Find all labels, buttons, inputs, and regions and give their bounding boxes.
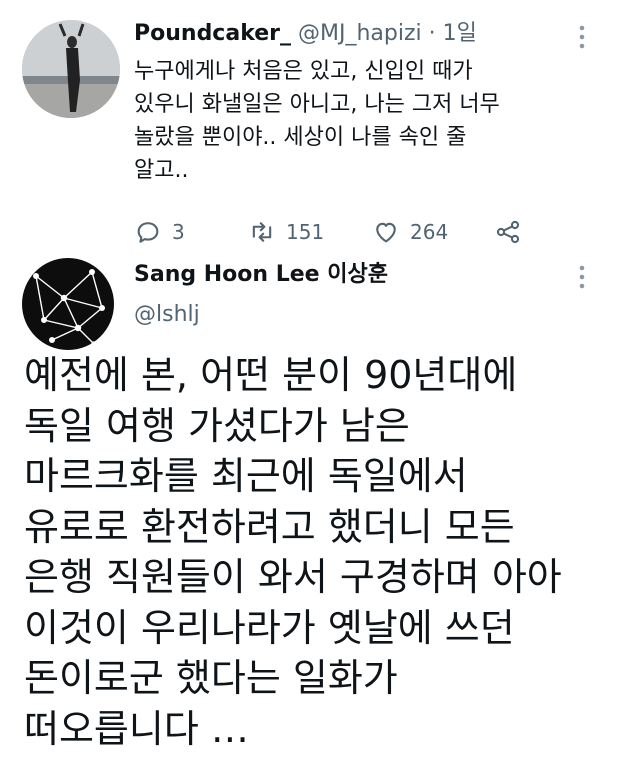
like-button[interactable]: 264 [372,218,448,246]
handle[interactable]: @MJ_hapizi [298,21,422,46]
share-button[interactable] [494,218,522,246]
retweet-count: 151 [286,220,325,244]
reply-text: 누구에게나 처음은 있고, 신입인 때가 있우니 화낼일은 아니고, 나는 그저… [134,59,500,183]
action-bar: 3 151 264 [134,218,554,250]
avatar[interactable] [22,20,120,118]
reply-count: 3 [172,220,185,244]
retweet-icon [252,222,272,242]
display-name[interactable]: Sang Hoon Lee 이상훈 [134,260,388,290]
network-avatar-icon [33,269,105,347]
main-tweet[interactable]: Sang Hoon Lee 이상훈 @lshlj 예전에 본, 어떤 분이 90… [0,250,640,776]
like-count: 264 [410,220,449,244]
more-icon[interactable] [578,24,586,50]
reply-tweet[interactable]: Poundcaker_ @MJ_hapizi · 1일 누구에게나 처음은 있고… [0,0,640,250]
retweet-button[interactable]: 151 [248,218,324,246]
avatar[interactable] [22,258,114,350]
avatar-photo [22,20,120,118]
display-name[interactable]: Poundcaker_ [134,21,291,46]
handle[interactable]: @lshlj [134,300,200,330]
share-icon [496,220,520,244]
reply-button[interactable]: 3 [134,218,185,246]
tweet-text: 예전에 본, 어떤 분이 90년대에 독일 여행 가셨다가 남은 마르크화를 최… [24,353,562,751]
more-icon[interactable] [578,264,586,290]
timestamp[interactable]: 1일 [443,21,477,46]
reply-icon [137,222,159,243]
like-icon [376,222,396,243]
separator: · [421,21,443,46]
reply-header: Poundcaker_ @MJ_hapizi · 1일 [134,18,477,50]
